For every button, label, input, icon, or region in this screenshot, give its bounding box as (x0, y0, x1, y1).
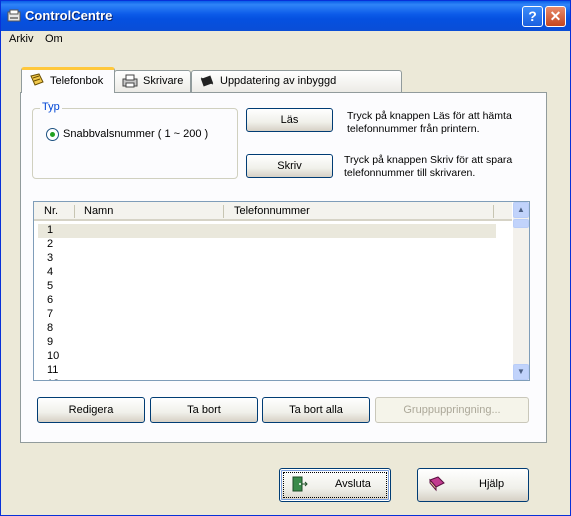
exit-button[interactable]: Avsluta (279, 468, 391, 502)
exit-icon (292, 476, 308, 492)
row-number: 7 (47, 308, 54, 320)
column-telefonnummer[interactable]: Telefonnummer (234, 205, 310, 217)
table-row[interactable]: 5 (38, 280, 496, 294)
row-number: 12 (47, 378, 59, 380)
table-row[interactable]: 6 (38, 294, 496, 308)
delete-all-button[interactable]: Ta bort alla (262, 397, 370, 423)
write-description-line1: Tryck på knappen Skriv för att spara (344, 154, 513, 166)
delete-button[interactable]: Ta bort (150, 397, 258, 423)
table-row[interactable]: 8 (38, 322, 496, 336)
row-number: 11 (47, 364, 59, 376)
tab-firmware-update[interactable]: Uppdatering av inbyggd programvara (191, 70, 402, 107)
column-nr[interactable]: Nr. (44, 205, 58, 217)
help-button[interactable]: Hjälp (417, 468, 529, 502)
row-number: 8 (47, 322, 54, 334)
help-book-icon (429, 476, 445, 492)
help-title-button[interactable]: ? (522, 6, 543, 27)
table-row[interactable]: 11 (38, 364, 496, 378)
phonebook-icon (30, 73, 44, 86)
edit-button[interactable]: Redigera (37, 397, 145, 423)
scroll-up-icon[interactable]: ▲ (513, 202, 529, 218)
tab-telefonbok-label: Telefonbok (50, 75, 104, 87)
speed-dial-radio[interactable] (46, 128, 59, 141)
table-row[interactable]: 10 (38, 350, 496, 364)
table-row[interactable]: 1 (38, 224, 496, 238)
write-description-line2: telefonnummer till skrivaren. (344, 167, 476, 179)
list-scrollbar[interactable]: ▲ ▼ (513, 202, 529, 380)
row-number: 2 (47, 238, 54, 250)
type-group (32, 108, 238, 179)
row-number: 1 (47, 224, 54, 236)
table-row[interactable]: 12 (38, 378, 496, 380)
row-number: 5 (47, 280, 54, 292)
write-button[interactable]: Skriv (246, 154, 333, 178)
table-row[interactable]: 2 (38, 238, 496, 252)
menu-arkiv[interactable]: Arkiv (9, 33, 33, 45)
read-button[interactable]: Läs (246, 108, 333, 132)
column-separator[interactable] (223, 205, 224, 218)
column-separator[interactable] (493, 205, 494, 218)
tab-telefonbok[interactable]: Telefonbok (21, 67, 115, 93)
scroll-down-icon[interactable]: ▼ (513, 364, 529, 380)
menu-om[interactable]: Om (45, 33, 63, 45)
row-number: 10 (47, 350, 60, 362)
column-namn[interactable]: Namn (84, 205, 113, 217)
type-group-label: Typ (40, 101, 62, 113)
exit-button-label: Avsluta (335, 478, 371, 490)
row-number: 9 (47, 336, 54, 348)
printer-icon (122, 74, 138, 88)
read-description: Tryck på knappen Läs för att hämta telef… (347, 110, 512, 136)
row-number: 3 (47, 252, 54, 264)
speed-dial-radio-label[interactable]: Snabbvalsnummer ( 1 ~ 200 ) (63, 128, 208, 140)
close-window-button[interactable]: ✕ (545, 6, 566, 27)
title-bar[interactable]: ControlCentre ? ✕ (1, 1, 570, 31)
window-title: ControlCentre (25, 8, 113, 23)
table-row[interactable]: 9 (38, 336, 496, 350)
table-row[interactable]: 4 (38, 266, 496, 280)
read-description-line2: telefonnummer från printern. (347, 123, 480, 135)
menu-bar: Arkiv Om (1, 31, 570, 49)
group-dial-button[interactable]: Gruppuppringning... (375, 397, 529, 423)
table-row[interactable]: 7 (38, 308, 496, 322)
scroll-thumb[interactable] (513, 219, 529, 228)
row-number: 6 (47, 294, 54, 306)
tab-skrivare-label: Skrivare (143, 75, 184, 87)
column-separator[interactable] (74, 205, 75, 218)
help-button-label: Hjälp (479, 478, 505, 490)
table-row[interactable]: 3 (38, 252, 496, 266)
chip-icon (200, 75, 214, 87)
tab-skrivare[interactable]: Skrivare (114, 70, 191, 92)
phonebook-list[interactable]: Nr. Namn Telefonnummer 123456789101112 ▲… (33, 201, 530, 381)
row-number: 4 (47, 266, 54, 278)
write-description: Tryck på knappen Skriv för att spara tel… (344, 154, 512, 180)
read-description-line1: Tryck på knappen Läs för att hämta (347, 110, 512, 122)
list-header: Nr. Namn Telefonnummer (34, 202, 512, 221)
app-icon (7, 9, 21, 22)
main-window: ControlCentre ? ✕ Arkiv Om Skrivare Uppd… (0, 0, 571, 516)
